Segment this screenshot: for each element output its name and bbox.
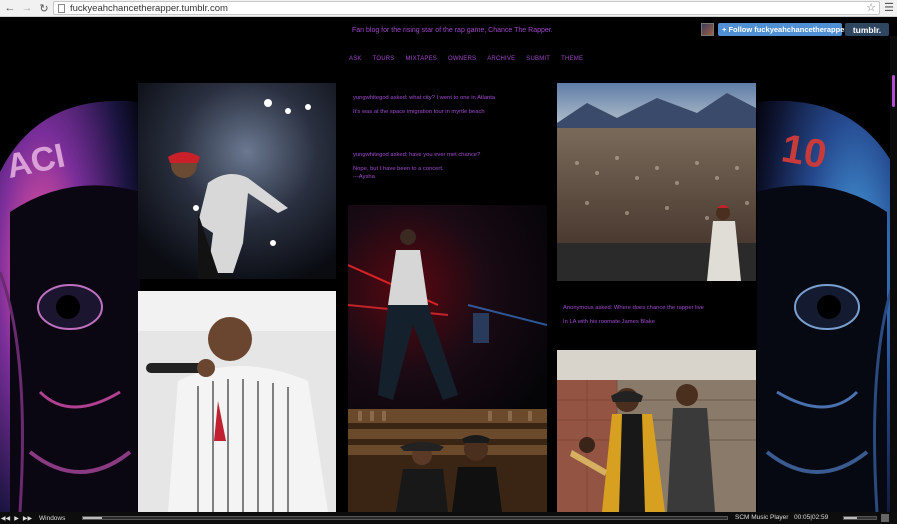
blog-avatar[interactable] — [701, 23, 714, 36]
bookmark-star-icon[interactable]: ☆ — [866, 1, 876, 14]
photo-post-concert-1[interactable] — [138, 83, 336, 279]
url-text: fuckyeahchancetherapper.tumblr.com — [70, 2, 228, 14]
answer-text: In LA with his roomate James Blake — [563, 319, 655, 325]
back-arrow-icon[interactable]: ← — [3, 1, 17, 15]
player-toggle-icon[interactable] — [881, 514, 889, 522]
photo-post-studio[interactable] — [348, 409, 547, 512]
windows-label[interactable]: Windows — [39, 515, 65, 522]
music-player-bar: ◀◀ ▶ ▶▶ Windows SCM Music Player 00:05|0… — [0, 512, 897, 524]
menu-icon[interactable]: ☰ — [884, 1, 894, 14]
text-post-3: Anonymous asked: Where does chance the r… — [563, 304, 753, 332]
photo-post-crowd[interactable] — [557, 83, 756, 281]
forward-arrow-icon[interactable]: → — [20, 1, 34, 15]
nav-archive[interactable]: ARCHIVE — [487, 56, 515, 62]
address-bar[interactable]: fuckyeahchancetherapper.tumblr.com ☆ — [53, 1, 880, 15]
blog-tagline: Fan blog for the rising star of the rap … — [352, 27, 553, 34]
text-post-2: yungwhitegod asked: have you ever met ch… — [353, 151, 543, 181]
answer-text: It's was at the space imigration tour in… — [353, 109, 485, 115]
browser-toolbar: ← → ↻ fuckyeahchancetherapper.tumblr.com… — [0, 0, 897, 17]
player-name: SCM Music Player — [735, 514, 789, 521]
nav-theme[interactable]: THEME — [561, 56, 583, 62]
reload-icon[interactable]: ↻ — [37, 1, 51, 15]
screen: ← → ↻ fuckyeahchancetherapper.tumblr.com… — [0, 0, 897, 524]
page-icon — [58, 3, 65, 13]
web-page: ACI 10 Fan blog for the rising star of t… — [0, 17, 897, 512]
background-art-left: ACI — [0, 92, 140, 512]
progress-fill — [83, 517, 103, 519]
track-time: 00:05|02:59 — [794, 514, 829, 521]
photo-post-mic[interactable] — [138, 291, 336, 512]
question-text: yungwhitegod asked: what city? I went to… — [353, 95, 496, 101]
svg-text:10: 10 — [778, 126, 829, 177]
next-track-icon[interactable]: ▶▶ — [22, 515, 33, 522]
blog-navigation: ASK TOURS MIXTAPES OWNERS ARCHIVE SUBMIT… — [349, 56, 583, 62]
nav-tours[interactable]: TOURS — [373, 56, 395, 62]
nav-ask[interactable]: ASK — [349, 56, 362, 62]
follow-button[interactable]: + Follow fuckyeahchancetherapper — [718, 23, 847, 36]
question-text: Anonymous asked: Where does chance the r… — [563, 305, 704, 311]
volume-fill — [844, 517, 857, 519]
page-scrollbar[interactable] — [890, 36, 897, 512]
photo-post-stage[interactable] — [348, 205, 547, 416]
play-icon[interactable]: ▶ — [11, 515, 22, 522]
scrollbar-thumb[interactable] — [892, 75, 895, 107]
text-post-1: yungwhitegod asked: what city? I went to… — [353, 94, 543, 122]
background-art-right: 10 — [757, 92, 897, 512]
question-text: yungwhitegod asked: have you ever met ch… — [353, 152, 481, 158]
previous-track-icon[interactable]: ◀◀ — [0, 515, 11, 522]
nav-mixtapes[interactable]: MIXTAPES — [406, 56, 438, 62]
photo-post-brass-band[interactable] — [557, 350, 756, 512]
answer-signature: ---Aysha — [353, 174, 375, 180]
volume-slider[interactable] — [843, 516, 877, 520]
answer-text: Nope, but I have been to a concert. — [353, 166, 444, 172]
track-progress-bar[interactable] — [82, 516, 728, 520]
tumblr-logo-button[interactable]: tumblr. — [845, 23, 889, 36]
nav-owners[interactable]: OWNERS — [448, 56, 476, 62]
nav-submit[interactable]: SUBMIT — [526, 56, 550, 62]
